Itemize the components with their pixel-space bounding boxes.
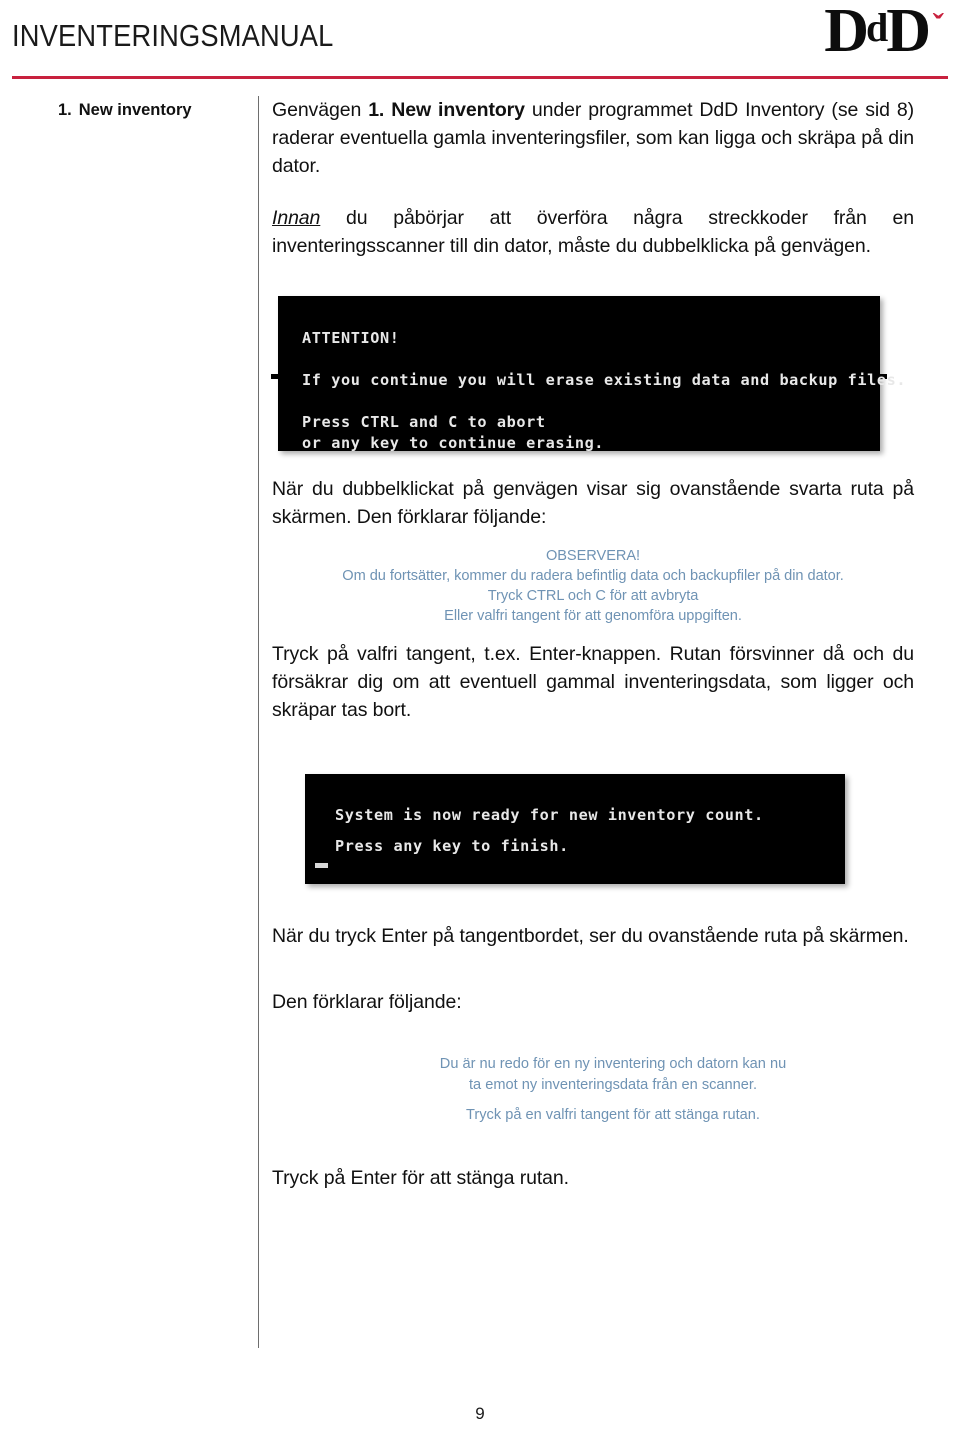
translation-note-ready: Du är nu redo för en ny inventering och … — [272, 1054, 914, 1125]
note2-line-1: Du är nu redo för en ny inventering och … — [439, 1056, 787, 1073]
translation-note-attention: OBSERVERA! Om du fortsätter, kommer du r… — [272, 546, 914, 627]
terminal-line-5: Press CTRL and C to abort — [302, 413, 546, 432]
logo-letter-d2: d — [865, 5, 888, 50]
note1-line-1: OBSERVERA! — [545, 547, 641, 564]
header-divider-rule — [12, 76, 948, 79]
terminal-line-1: ATTENTION! — [302, 329, 400, 348]
sidenote-number: 1. — [58, 101, 72, 119]
document-page: INVENTERINGSMANUAL DdD ˇ 1. New inventory… — [0, 0, 960, 1453]
paragraph-press-enter-close: Tryck på Enter för att stänga rutan. — [272, 1166, 569, 1189]
paragraph-after-enter: När du tryck Enter på tangentbordet, ser… — [272, 925, 909, 948]
sidenote-label: New inventory — [78, 101, 192, 119]
document-header: INVENTERINGSMANUAL DdD ˇ — [0, 0, 960, 80]
terminal-screenshot-ready-wrap: System is now ready for new inventory co… — [272, 774, 914, 885]
terminal-attention-text: ATTENTION! If you continue you will eras… — [302, 328, 906, 454]
paragraph-after-doubleclick: När du dubbelklickat på genvägen visar s… — [272, 478, 914, 529]
terminal-screenshot-attention: ATTENTION! If you continue you will eras… — [271, 296, 906, 452]
terminal2-line-2: Press any key to finish. — [335, 837, 569, 856]
terminal-line-3: If you continue you will erase existing … — [302, 371, 907, 390]
ddd-logo: DdD ˇ — [736, 0, 946, 68]
logo-wordmark: DdD — [824, 0, 931, 65]
note2-line-2: ta emot ny inventeringsdata från en scan… — [469, 1076, 757, 1093]
paragraph-intro-seg1: Genvägen — [272, 99, 369, 121]
note2-line-3: Tryck på en valfri tangent för att stäng… — [466, 1107, 760, 1124]
logo-letter-d1: D — [824, 0, 869, 65]
terminal-cursor — [315, 863, 328, 869]
page-number: 9 — [475, 1404, 485, 1423]
note1-line-4: Eller valfri tangent för att genomföra u… — [444, 607, 742, 624]
logo-caron-icon: ˇ — [932, 8, 944, 45]
paragraph-before-transfer: Innan du påbörjar att överföra några str… — [272, 204, 914, 260]
main-content: Genvägen 1. New inventory under programm… — [271, 96, 914, 1192]
terminal-line-6: or any key to continue erasing. — [302, 434, 605, 453]
paragraph-before-transfer-rest: du påbörjar att överföra några streckkod… — [272, 207, 914, 258]
paragraph-emphasis-innan: Innan — [272, 207, 321, 230]
column-divider — [258, 96, 259, 1348]
terminal-screenshot-attention-wrap: ATTENTION! If you continue you will eras… — [271, 296, 914, 452]
paragraph-explains: Den förklarar följande: — [272, 991, 462, 1014]
note1-line-3: Tryck CTRL och C för att avbryta — [487, 587, 699, 604]
terminal2-line-1: System is now ready for new inventory co… — [335, 806, 764, 825]
logo-letter-d3: D — [886, 0, 931, 65]
sidenote-new-inventory: 1. New inventory — [58, 100, 248, 121]
note1-line-2: Om du fortsätter, kommer du radera befin… — [342, 567, 844, 584]
paragraph-press-any-key: Tryck på valfri tangent, t.ex. Enter-kna… — [272, 643, 914, 722]
paragraph-intro: Genvägen 1. New inventory under programm… — [272, 96, 914, 180]
terminal-screenshot-ready: System is now ready for new inventory co… — [305, 774, 845, 885]
page-title: INVENTERINGSMANUAL — [12, 18, 334, 53]
terminal-edge-left — [271, 374, 279, 380]
terminal-ready-text: System is now ready for new inventory co… — [335, 800, 764, 862]
paragraph-intro-bold: 1. New inventory — [368, 99, 525, 121]
